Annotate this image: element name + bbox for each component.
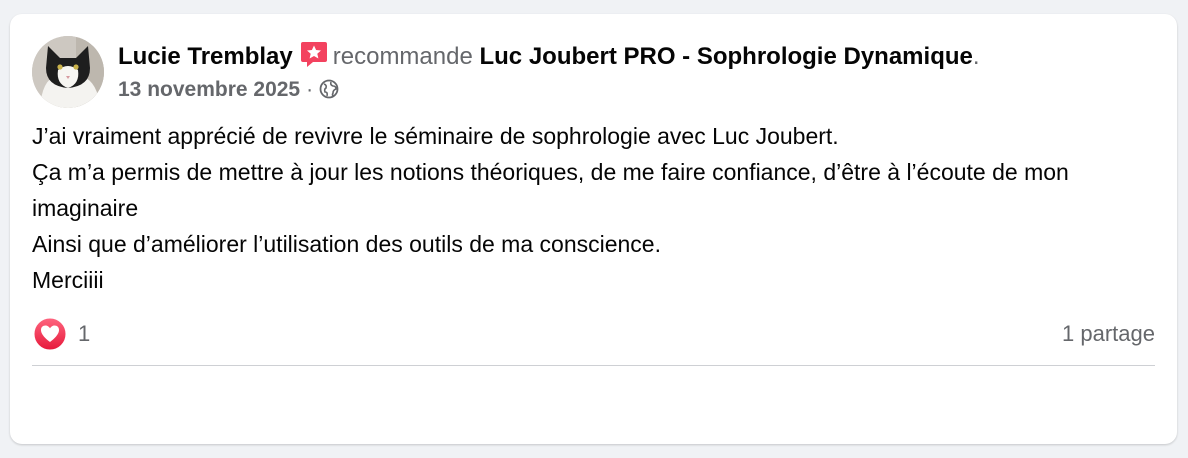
- recommendation-post-card: Lucie Tremblay recommande Luc Joubert PRO…: [10, 14, 1177, 444]
- post-body-line: Ainsi que d’améliorer l’utilisation des …: [32, 231, 661, 257]
- share-count[interactable]: 1 partage: [1062, 318, 1155, 350]
- post-date[interactable]: 13 novembre 2025: [118, 78, 300, 101]
- recommended-page-name[interactable]: Luc Joubert PRO - Sophrologie Dynamique: [479, 43, 972, 70]
- post-body: J’ai vraiment apprécié de revivre le sém…: [32, 118, 1142, 298]
- recommend-verb: recommande: [332, 43, 473, 70]
- reactions-summary[interactable]: 1: [32, 316, 90, 352]
- meta-separator: ·: [306, 78, 314, 101]
- cat-photo: [32, 36, 104, 108]
- header-period: .: [972, 43, 980, 70]
- recommend-star-icon: [299, 40, 329, 68]
- post-header: Lucie Tremblay recommande Luc Joubert PRO…: [118, 40, 980, 71]
- reaction-count: 1: [78, 321, 91, 346]
- globe-icon[interactable]: [319, 79, 339, 99]
- author-avatar[interactable]: [32, 36, 104, 108]
- author-name[interactable]: Lucie Tremblay: [118, 43, 293, 70]
- post-body-line: J’ai vraiment apprécié de revivre le sém…: [32, 123, 839, 149]
- post-body-line: Merciiii: [32, 267, 104, 293]
- action-divider: [32, 365, 1155, 366]
- post-body-line: Ça m’a permis de mettre à jour les notio…: [32, 159, 1069, 221]
- post-meta: 13 novembre 2025 ·: [118, 76, 339, 104]
- love-reaction-icon: [32, 316, 68, 352]
